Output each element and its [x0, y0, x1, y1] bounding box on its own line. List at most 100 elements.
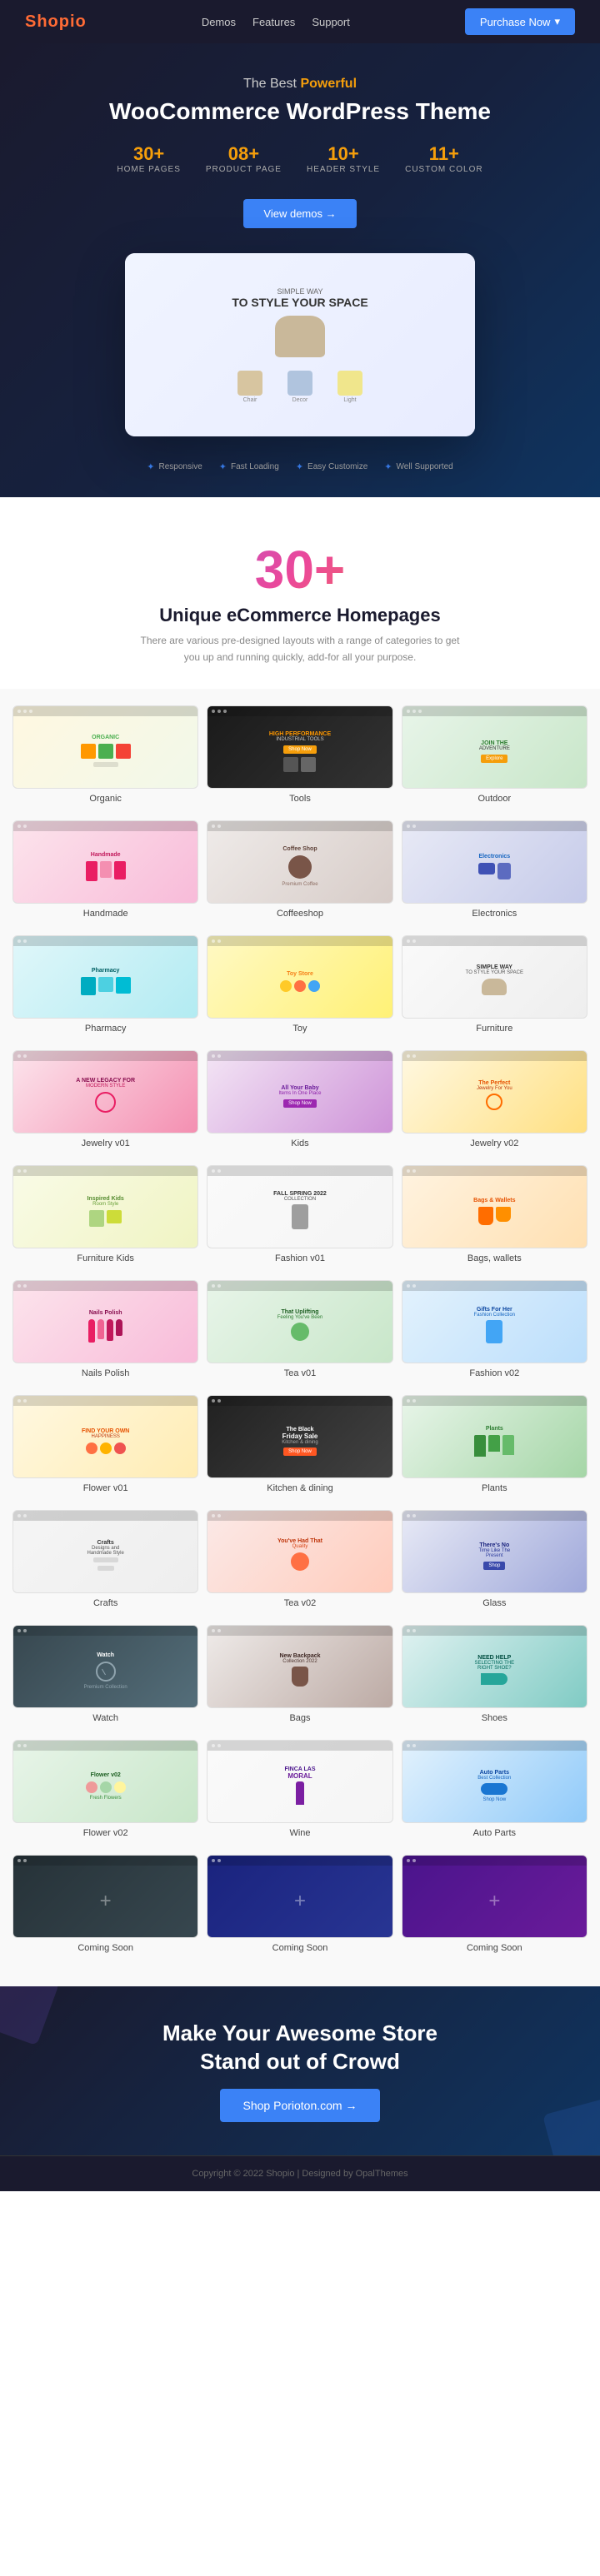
theme-bags2-thumb: New Backpack Collection 2022 [207, 1625, 392, 1708]
hero-mockup: SIMPLE WAY TO STYLE YOUR SPACE Chair Dec… [125, 253, 475, 436]
nav-features[interactable]: Features [252, 16, 295, 28]
theme-fashion-v02[interactable]: Gifts For Her Fashion Collection Fashion… [402, 1280, 588, 1378]
theme-glass[interactable]: There's No Time Like The Present Shop Gl… [402, 1510, 588, 1608]
theme-coffeeshop-thumb: Coffee Shop Premium Coffee [207, 820, 392, 904]
purchase-button[interactable]: Purchase Now ▾ [465, 8, 575, 35]
theme-auto-parts-thumb: Auto Parts Best Collection Shop Now [402, 1740, 588, 1823]
stat-header: 10+ Header Style [307, 143, 380, 174]
theme-coming-soon-3-label: Coming Soon [467, 1943, 522, 1953]
theme-tea-v01-thumb: That Uplifting Feeling You've Been [207, 1280, 392, 1363]
stat-product: 08+ Product Page [206, 143, 282, 174]
stat-color: 11+ Custom Color [405, 143, 483, 174]
theme-toy-thumb: Toy Store [207, 935, 392, 1019]
theme-shoes-thumb: NEED HELP SELECTING THE RIGHT SHOE? [402, 1625, 588, 1708]
theme-tools-thumb: HIGH PERFORMANCE INDUSTRIAL TOOLS Shop N… [207, 705, 392, 789]
theme-furniture-kids-thumb: Inspired Kids Room Style [12, 1165, 198, 1248]
theme-flower-v01[interactable]: FIND YOUR OWN HAPPINESS Flower v01 [12, 1395, 198, 1493]
theme-tea-v02[interactable]: You've Had That Quality Tea v02 [207, 1510, 392, 1608]
counter-desc: There are various pre-designed layouts w… [133, 633, 467, 665]
feature-3: ✦Easy Customize [296, 461, 368, 472]
theme-toy-label: Toy [292, 1024, 307, 1034]
theme-flower-v02-thumb: Flower v02 Fresh Flowers [12, 1740, 198, 1823]
hero-stats: 30+ Home Pages 08+ Product Page 10+ Head… [25, 143, 575, 174]
theme-jewelry-v02[interactable]: The Perfect Jewelry For You Jewelry v02 [402, 1050, 588, 1148]
theme-auto-parts[interactable]: Auto Parts Best Collection Shop Now Auto… [402, 1740, 588, 1838]
theme-toy[interactable]: Toy Store Toy [207, 935, 392, 1034]
theme-kitchen-dining[interactable]: The Black Friday Sale Kitchen & dining S… [207, 1395, 392, 1493]
theme-nails-polish-label: Nails Polish [82, 1368, 129, 1378]
logo-text: Shopio [25, 12, 87, 31]
theme-bags-wallets-label: Bags, wallets [468, 1253, 522, 1263]
feature-1: ✦Responsive [147, 461, 202, 472]
main-nav: Demos Features Support [202, 16, 350, 28]
theme-wine-label: Wine [289, 1828, 310, 1838]
theme-flower-v02[interactable]: Flower v02 Fresh Flowers Flower v02 [12, 1740, 198, 1838]
mockup-chair-image [275, 316, 325, 357]
counter-number: 30+ [25, 539, 575, 600]
theme-coffeeshop[interactable]: Coffee Shop Premium Coffee Coffeeshop [207, 820, 392, 919]
theme-kitchen-dining-label: Kitchen & dining [267, 1483, 333, 1493]
bottom-cta-button[interactable]: Shop Porioton.com → [220, 2089, 381, 2122]
theme-nails-polish[interactable]: Nails Polish Nails Polish [12, 1280, 198, 1378]
theme-handmade[interactable]: Handmade Handmade [12, 820, 198, 919]
theme-tea-v02-label: Tea v02 [284, 1598, 317, 1608]
theme-organic[interactable]: ORGANIC Organic [12, 705, 198, 804]
themes-row-1: ORGANIC Organic HIGH PERFORMANC [12, 705, 588, 804]
theme-crafts-thumb: Crafts Designs and Handmade Style [12, 1510, 198, 1593]
theme-coffeeshop-label: Coffeeshop [277, 909, 323, 919]
themes-row-11: + Coming Soon + Coming Soon + [12, 1855, 588, 1953]
theme-watch[interactable]: Watch Premium Collection Watch [12, 1625, 198, 1723]
themes-row-8: Crafts Designs and Handmade Style Crafts… [12, 1510, 588, 1608]
theme-electronics-thumb: Electronics [402, 820, 588, 904]
theme-electronics[interactable]: Electronics Electronics [402, 820, 588, 919]
theme-bags-wallets[interactable]: Bags & Wallets Bags, wallets [402, 1165, 588, 1263]
theme-tools[interactable]: HIGH PERFORMANCE INDUSTRIAL TOOLS Shop N… [207, 705, 392, 804]
theme-tea-v01[interactable]: That Uplifting Feeling You've Been Tea v… [207, 1280, 392, 1378]
site-logo[interactable]: Shopio [25, 12, 87, 32]
theme-fashion-v01[interactable]: FALL SPRING 2022 COLLECTION Fashion v01 [207, 1165, 392, 1263]
theme-flower-v02-label: Flower v02 [83, 1828, 128, 1838]
site-footer: Copyright © 2022 Shopio | Designed by Op… [0, 2155, 600, 2191]
theme-jewelry-v02-label: Jewelry v02 [470, 1139, 518, 1148]
theme-bags-wallets-thumb: Bags & Wallets [402, 1165, 588, 1248]
theme-crafts[interactable]: Crafts Designs and Handmade Style Crafts [12, 1510, 198, 1608]
theme-pharmacy-label: Pharmacy [85, 1024, 127, 1034]
theme-furniture[interactable]: SIMPLE WAY TO STYLE YOUR SPACE Furniture [402, 935, 588, 1034]
theme-fashion-v02-thumb: Gifts For Her Fashion Collection [402, 1280, 588, 1363]
nav-support[interactable]: Support [312, 16, 350, 28]
theme-coming-soon-3[interactable]: + Coming Soon [402, 1855, 588, 1953]
theme-watch-label: Watch [92, 1713, 118, 1723]
theme-pharmacy[interactable]: Pharmacy Pharmacy [12, 935, 198, 1034]
theme-shoes-label: Shoes [482, 1713, 508, 1723]
themes-row-3: Pharmacy Pharmacy Toy Store [12, 935, 588, 1034]
theme-wine[interactable]: FINCA LAS MORAL Wine [207, 1740, 392, 1838]
view-demos-button[interactable]: View demos → [243, 199, 356, 228]
theme-shoes[interactable]: NEED HELP SELECTING THE RIGHT SHOE? Shoe… [402, 1625, 588, 1723]
counter-section: 30+ Unique eCommerce Homepages There are… [0, 497, 600, 688]
themes-row-4: A NEW LEGACY FOR MODERN STYLE Jewelry v0… [12, 1050, 588, 1148]
theme-tea-v01-label: Tea v01 [284, 1368, 317, 1378]
theme-coming-soon-1[interactable]: + Coming Soon [12, 1855, 198, 1953]
theme-jewelry-v01-label: Jewelry v01 [82, 1139, 130, 1148]
theme-jewelry-v02-thumb: The Perfect Jewelry For You [402, 1050, 588, 1134]
footer-copyright: Copyright © 2022 Shopio | Designed by Op… [12, 2169, 588, 2179]
theme-tools-label: Tools [289, 794, 311, 804]
theme-outdoor-label: Outdoor [478, 794, 511, 804]
theme-jewelry-v01[interactable]: A NEW LEGACY FOR MODERN STYLE Jewelry v0… [12, 1050, 198, 1148]
theme-kids[interactable]: All Your Baby Items In One Place Shop No… [207, 1050, 392, 1148]
themes-row-6: Nails Polish Nails Polish Tha [12, 1280, 588, 1378]
theme-bags2[interactable]: New Backpack Collection 2022 Bags [207, 1625, 392, 1723]
mockup-text-sm: SIMPLE WAY [277, 287, 322, 296]
theme-organic-thumb: ORGANIC [12, 705, 198, 789]
theme-coming-soon-2[interactable]: + Coming Soon [207, 1855, 392, 1953]
coming-soon-plus-1: + [100, 1890, 112, 1913]
theme-wine-thumb: FINCA LAS MORAL [207, 1740, 392, 1823]
mockup-text-lg: TO STYLE YOUR SPACE [232, 296, 368, 309]
theme-outdoor[interactable]: JOIN THE ADVENTURE Explore Outdoor [402, 705, 588, 804]
nav-demos[interactable]: Demos [202, 16, 236, 28]
theme-auto-parts-label: Auto Parts [473, 1828, 516, 1838]
theme-furniture-kids[interactable]: Inspired Kids Room Style Furniture Kids [12, 1165, 198, 1263]
theme-electronics-label: Electronics [472, 909, 517, 919]
theme-plants[interactable]: Plants Plants [402, 1395, 588, 1493]
themes-row-7: FIND YOUR OWN HAPPINESS Flower v01 [12, 1395, 588, 1493]
